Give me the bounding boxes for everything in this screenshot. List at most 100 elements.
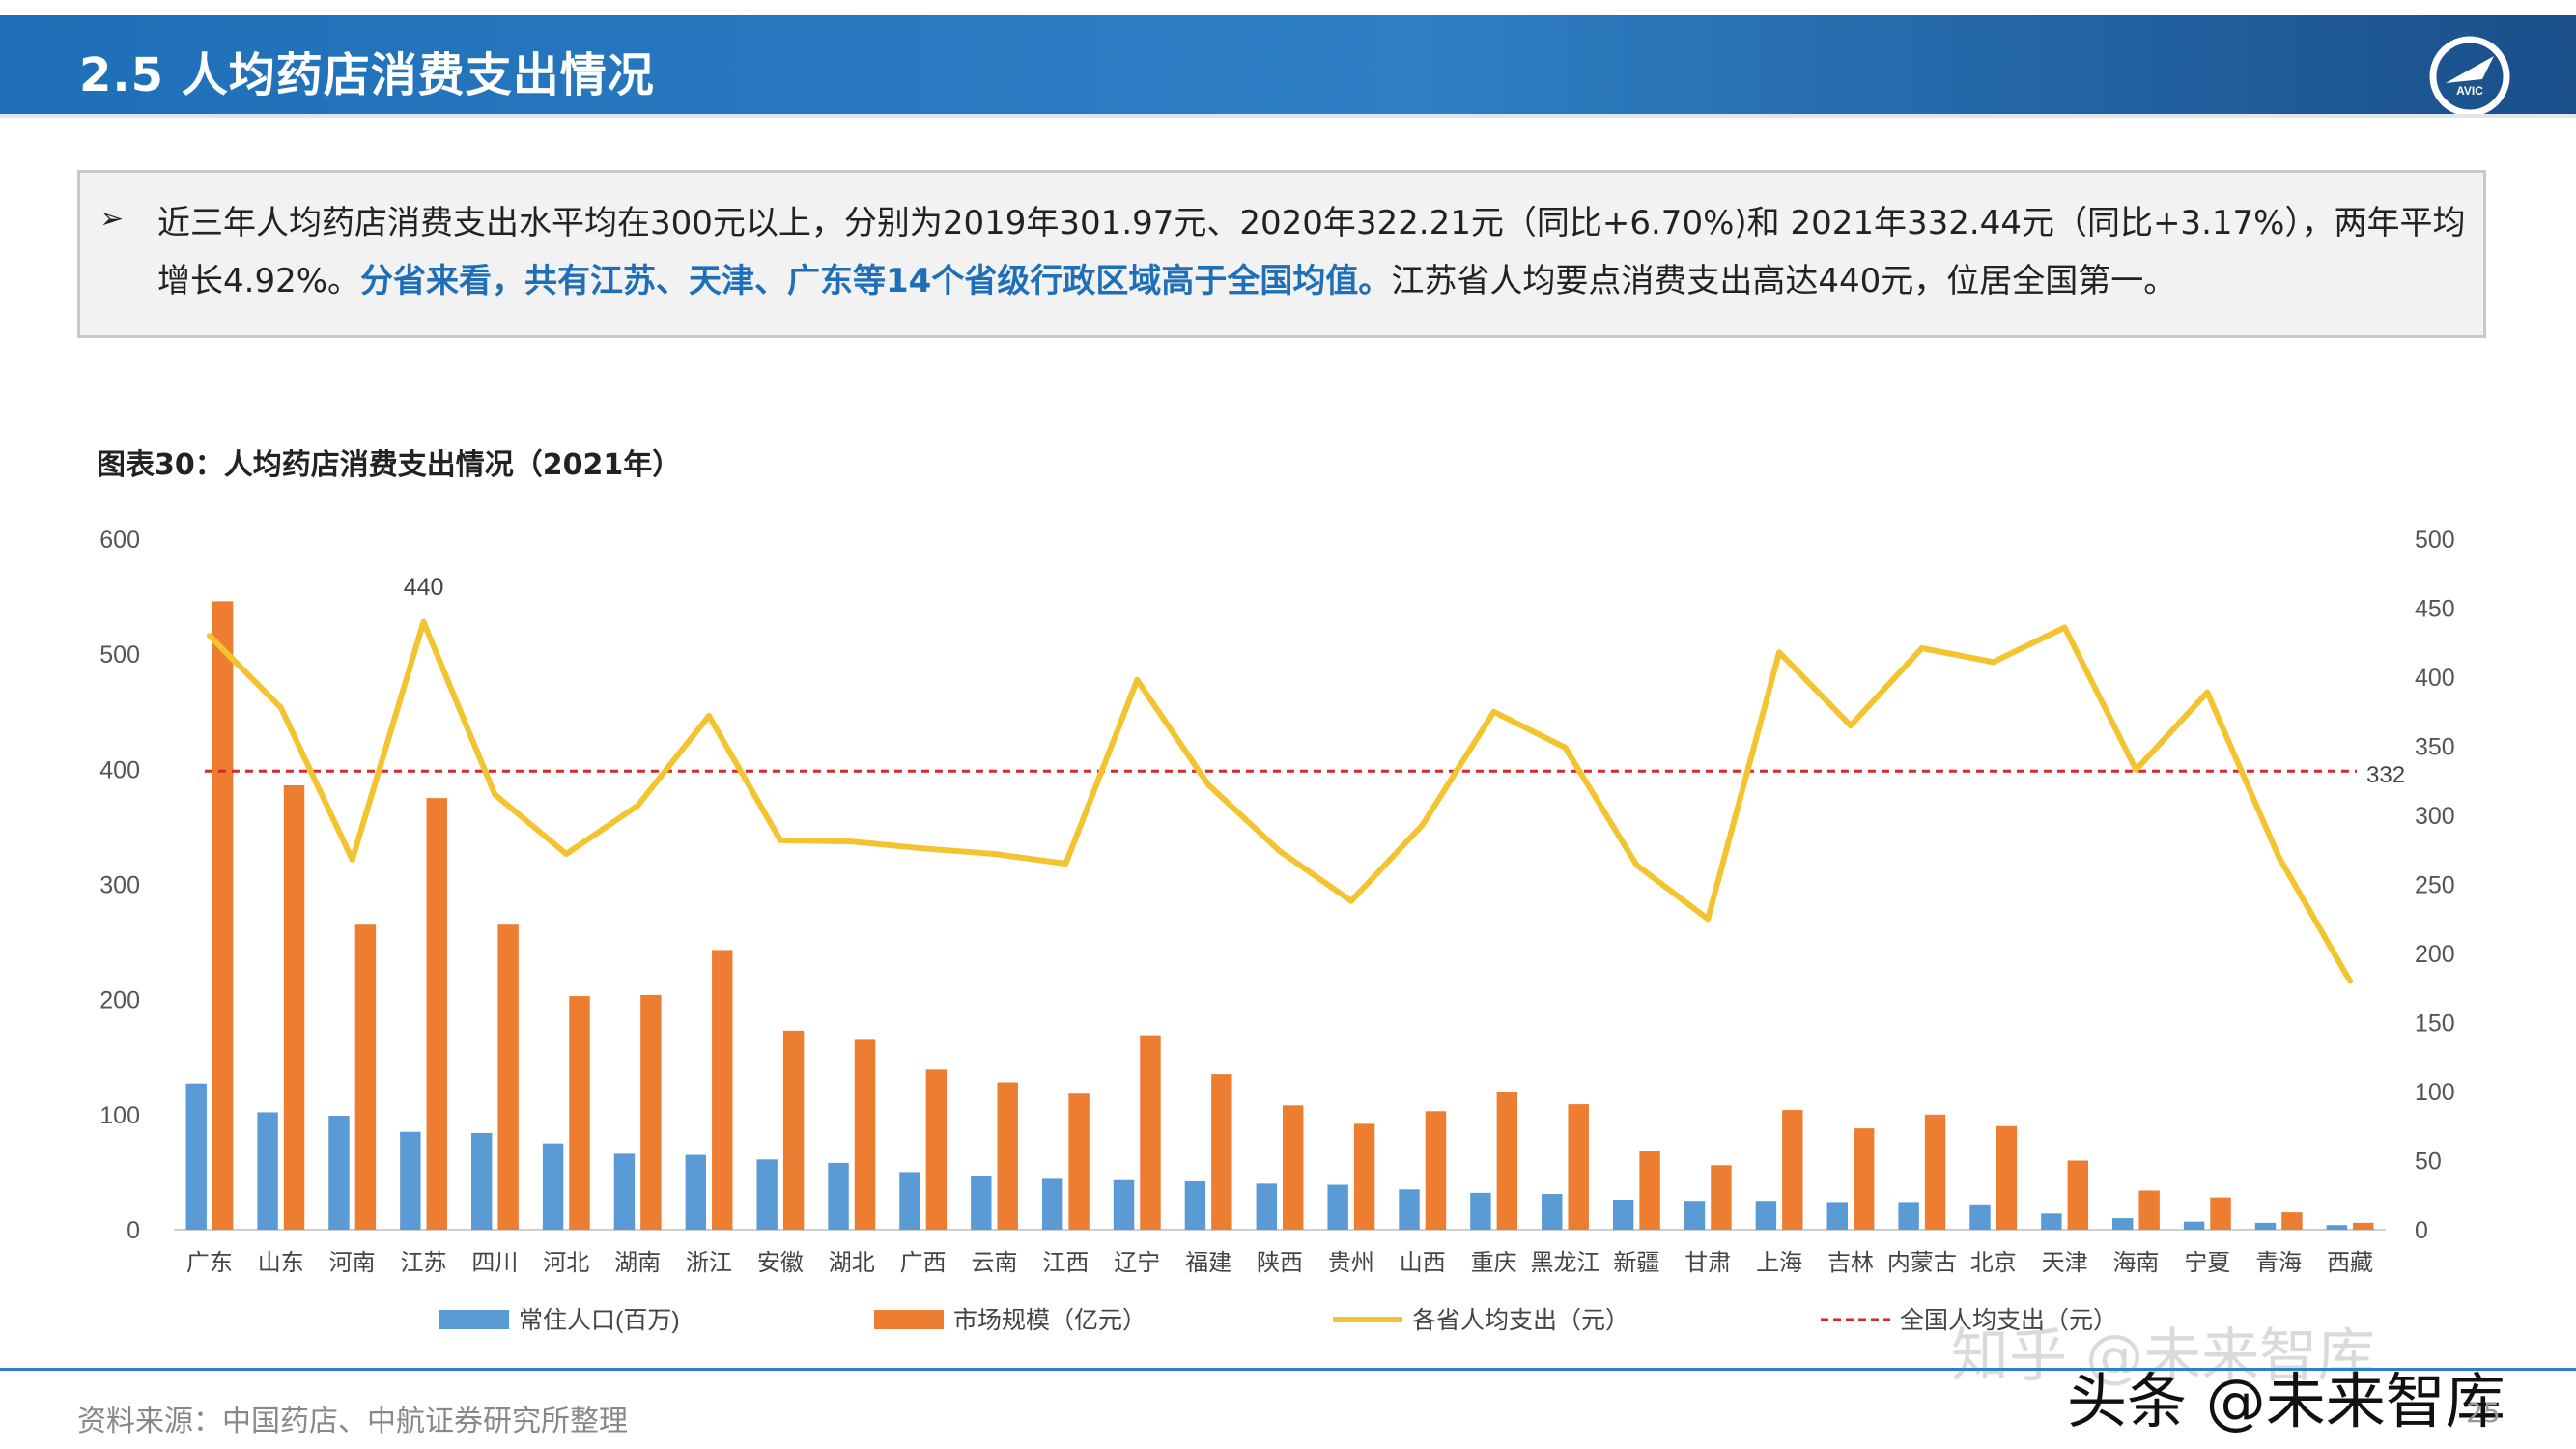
x-tick-label: 黑龙江 [1530,1250,1599,1276]
y-right-tick-label: 500 [2415,526,2455,554]
bar-market-size [854,1039,876,1230]
bar-market-size [1211,1074,1232,1230]
x-tick-label: 江西 [1042,1250,1089,1276]
y-right-tick-label: 50 [2415,1149,2442,1176]
x-tick-label: 福建 [1185,1250,1231,1276]
line-point-per-capita [1490,708,1497,715]
bar-market-size [925,1069,948,1230]
bar-population [2326,1225,2348,1230]
line-point-per-capita [1562,744,1569,751]
y-left-tick-label: 100 [99,1102,140,1129]
x-tick-label: 新疆 [1613,1250,1659,1276]
bar-population [1184,1180,1206,1230]
bar-market-size [1782,1110,1803,1230]
bar-population [1470,1192,1491,1230]
legend-label: 市场规模（亿元） [953,1307,1146,1334]
national-average-label: 332 [2366,762,2405,788]
bar-population [2041,1213,2062,1230]
x-tick-label: 陕西 [1257,1250,1303,1276]
line-point-per-capita [2133,766,2139,773]
bar-population [1755,1201,1777,1230]
header-bar: 2.5 人均药店消费支出情况 AVIC [0,15,2576,117]
line-point-per-capita [277,704,284,711]
line-point-per-capita [492,791,498,798]
x-tick-label: 西藏 [2327,1250,2373,1276]
line-point-per-capita [991,851,998,858]
y-left-tick-label: 400 [99,756,140,783]
bar-population [2112,1218,2134,1230]
header-divider [0,114,2576,118]
x-tick-label: 河南 [329,1250,376,1276]
bar-market-size [354,924,377,1230]
line-point-per-capita [1633,862,1640,868]
bar-market-size [1496,1092,1518,1230]
bar-population [328,1116,350,1230]
bar-market-size [1140,1035,1161,1230]
y-right-tick-label: 450 [2415,596,2455,623]
x-tick-label: 安徽 [757,1250,804,1276]
summary-box: ➢ 近三年人均药店消费支出水平均在300元以上，分别为2019年301.97元、… [77,170,2486,338]
bar-population [2183,1221,2205,1230]
page-number: 25 [2466,1397,2501,1429]
x-tick-label: 浙江 [686,1250,732,1276]
bar-market-size [1353,1123,1375,1230]
legend-label: 各省人均支出（元） [1412,1307,1629,1334]
bar-market-size [1924,1114,1946,1230]
bar-population [756,1159,778,1230]
x-tick-label: 河北 [543,1250,589,1276]
bar-population [1041,1178,1063,1230]
bar-population [1256,1183,1277,1230]
x-tick-label: 山西 [1400,1250,1446,1276]
x-tick-label: 贵州 [1328,1250,1374,1276]
bar-population [1826,1202,1848,1230]
line-point-per-capita [848,838,855,845]
bar-market-size [2353,1222,2374,1230]
line-point-per-capita [920,845,926,852]
line-point-per-capita [777,837,783,843]
y-left-tick-label: 200 [99,987,140,1014]
bar-market-size [426,798,447,1230]
y-right-tick-label: 250 [2415,872,2455,899]
line-point-per-capita [1134,676,1141,683]
bar-market-size [1283,1105,1304,1230]
bar-population [899,1172,920,1230]
summary-highlight: 分省来看，共有江苏、天津、广东等14个省级行政区域高于全国均值。 [360,262,1392,300]
x-tick-label: 广东 [186,1250,233,1276]
x-tick-label: 上海 [1756,1250,1802,1276]
bar-population [400,1131,421,1230]
bar-population [1969,1204,1991,1230]
bar-population [257,1112,278,1230]
line-point-per-capita [1347,897,1354,904]
x-tick-label: 吉林 [1827,1250,1874,1276]
line-point-per-capita [2347,978,2354,984]
bar-population [2254,1222,2277,1230]
x-tick-label: 重庆 [1471,1250,1517,1276]
x-tick-label: 山东 [258,1250,304,1276]
legend-swatch [874,1310,944,1329]
bar-population [185,1083,207,1230]
line-point-per-capita [1419,822,1426,829]
x-tick-label: 内蒙古 [1887,1250,1957,1276]
y-right-tick-label: 350 [2415,734,2455,761]
bar-market-size [569,996,590,1230]
line-point-per-capita [206,633,212,639]
combo-chart: 0 100 200 300 400 500 600 0 50 100 150 200 250 300 350… [99,526,2455,1334]
avic-logo: AVIC [2429,36,2510,117]
bar-population [685,1154,707,1230]
bar-population [1612,1200,1634,1230]
chart-title: 图表30：人均药店消费支出情况（2021年） [97,448,682,482]
series-line-per-capita [207,618,2353,983]
line-point-per-capita [706,713,713,720]
y-left-tick-label: 300 [99,872,140,899]
x-tick-label: 天津 [2042,1250,2088,1276]
bar-market-size [1425,1111,1447,1230]
source-note: 资料来源：中国药店、中航证券研究所整理 [77,1405,628,1438]
bar-market-size [712,950,733,1230]
line-point-per-capita [349,856,355,863]
y-left-tick-label: 600 [99,526,140,554]
line-point-per-capita [1062,861,1069,867]
line-point-per-capita [563,851,570,858]
logo-text: AVIC [2456,84,2483,98]
bar-population [542,1143,564,1230]
bar-population [1113,1179,1135,1230]
